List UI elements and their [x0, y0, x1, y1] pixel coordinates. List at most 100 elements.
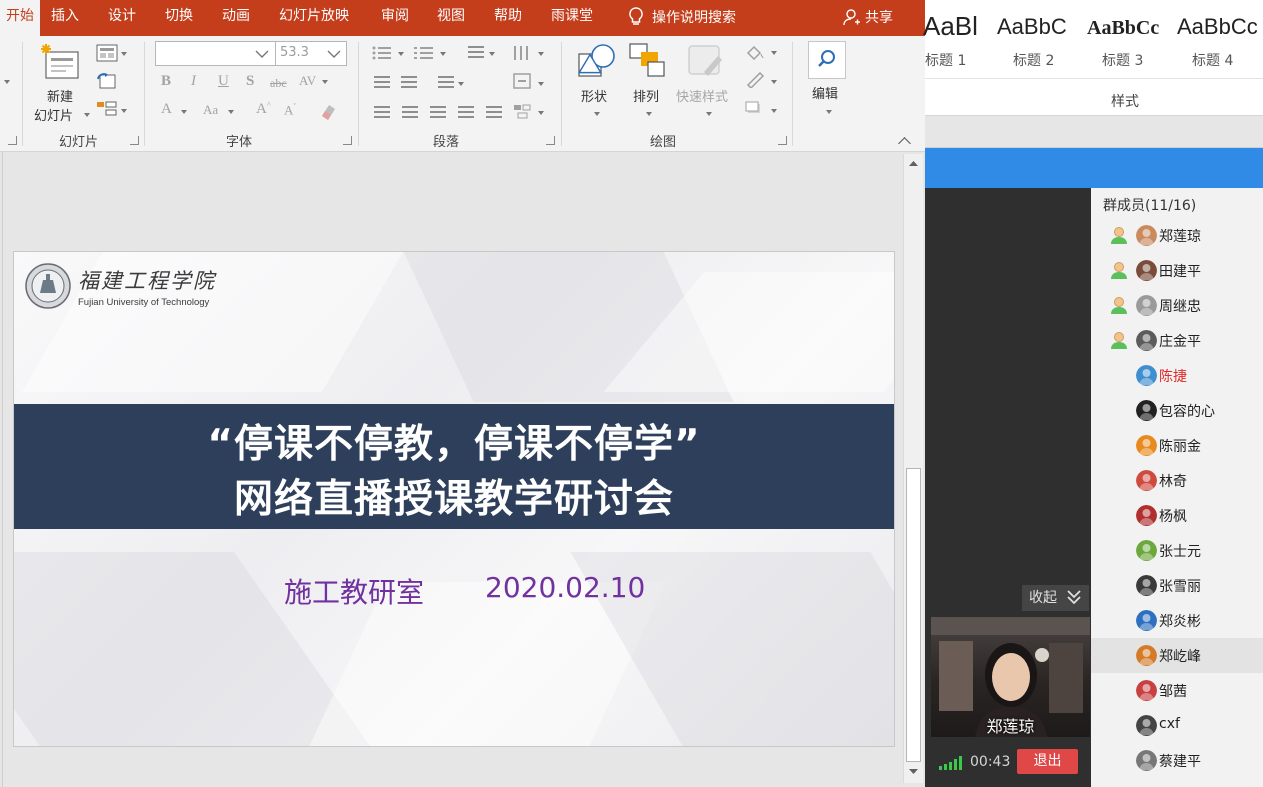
shape-fill-icon[interactable]	[745, 44, 765, 60]
numbering-icon[interactable]	[414, 46, 434, 60]
distributed-icon[interactable]	[486, 106, 502, 118]
smartart-caret[interactable]	[538, 111, 544, 115]
numbering-caret[interactable]	[440, 52, 446, 56]
tab-design[interactable]: 设计	[108, 0, 136, 34]
share-button[interactable]: 共享	[843, 7, 893, 27]
clipboard-dropdown-caret[interactable]	[4, 80, 10, 84]
member-item[interactable]: 陈捷	[1091, 358, 1263, 393]
shape-effects-icon[interactable]	[745, 100, 765, 116]
char-spacing-icon[interactable]: AV	[299, 73, 316, 89]
style-name-heading1[interactable]: 标题 1	[925, 50, 966, 70]
new-slide-label-2[interactable]: 幻灯片	[34, 105, 73, 124]
new-slide-caret[interactable]	[84, 113, 90, 117]
editing-button-frame[interactable]	[808, 41, 846, 79]
bullets-caret[interactable]	[398, 52, 404, 56]
collapse-button[interactable]: 收起	[1022, 585, 1089, 611]
tab-insert[interactable]: 插入	[51, 0, 79, 34]
member-item[interactable]: 郑莲琼	[1091, 218, 1263, 253]
new-slide-label-1[interactable]: 新建	[47, 86, 73, 105]
text-direction-caret[interactable]	[538, 52, 544, 56]
tab-rain-classroom[interactable]: 雨课堂	[551, 0, 593, 34]
text-direction-icon[interactable]	[512, 44, 532, 62]
member-item[interactable]: 蔡建平	[1091, 743, 1263, 778]
grow-font-icon[interactable]: A^	[256, 100, 271, 118]
italic-icon[interactable]: I	[191, 73, 196, 90]
scroll-up-icon[interactable]	[907, 157, 920, 170]
arrange-caret[interactable]	[646, 112, 652, 116]
bold-icon[interactable]: B	[161, 73, 171, 90]
text-shadow-icon[interactable]: S	[246, 73, 254, 90]
paragraph-launcher[interactable]	[546, 136, 555, 145]
shapes-label[interactable]: 形状	[581, 86, 607, 105]
slide-canvas[interactable]: 福建工程学院 Fujian University of Technology “…	[13, 251, 895, 747]
columns-caret[interactable]	[458, 82, 464, 86]
char-spacing-caret[interactable]	[322, 80, 328, 84]
bullets-icon[interactable]	[372, 46, 392, 60]
clear-formatting-icon[interactable]	[318, 102, 338, 120]
layout-icon[interactable]	[96, 44, 118, 62]
font-color-icon[interactable]: A	[161, 101, 172, 118]
align-center-icon[interactable]	[402, 106, 418, 118]
new-slide-icon[interactable]	[40, 42, 82, 84]
style-name-heading4[interactable]: 标题 4	[1192, 50, 1233, 70]
member-item[interactable]: 杨枫	[1091, 498, 1263, 533]
tab-home[interactable]: 开始	[0, 0, 40, 36]
smartart-icon[interactable]	[512, 102, 532, 120]
scroll-down-icon[interactable]	[907, 765, 920, 778]
style-sample-heading4[interactable]: AaBbCc	[1177, 14, 1258, 40]
shape-outline-icon[interactable]	[745, 72, 765, 88]
font-color-caret[interactable]	[181, 110, 187, 114]
slide-title-line2[interactable]: 网络直播授课教学研讨会	[14, 468, 894, 524]
member-item[interactable]: 郑炎彬	[1091, 603, 1263, 638]
member-item[interactable]: 周继忠	[1091, 288, 1263, 323]
slide-department[interactable]: 施工教研室	[284, 571, 424, 611]
editing-label[interactable]: 编辑	[812, 83, 838, 102]
decrease-indent-icon[interactable]	[374, 76, 390, 88]
section-icon[interactable]	[96, 100, 118, 118]
chevron-down-icon[interactable]	[326, 49, 342, 59]
quick-styles-icon[interactable]	[686, 42, 726, 82]
tab-help[interactable]: 帮助	[494, 0, 522, 34]
member-item[interactable]: 田建平	[1091, 253, 1263, 288]
line-spacing-caret[interactable]	[489, 52, 495, 56]
change-case-icon[interactable]: Aa	[203, 102, 218, 118]
tell-me-search[interactable]: 操作说明搜索	[628, 6, 736, 28]
member-item[interactable]: 林奇	[1091, 463, 1263, 498]
section-caret[interactable]	[121, 109, 127, 113]
shrink-font-icon[interactable]: Aˇ	[284, 102, 296, 118]
scrollbar-thumb[interactable]	[906, 468, 921, 762]
align-right-icon[interactable]	[430, 106, 446, 118]
columns-icon[interactable]	[438, 76, 454, 88]
teacher-video[interactable]: 郑莲琼	[931, 617, 1090, 737]
strikethrough-icon[interactable]: abc	[270, 76, 287, 91]
style-sample-heading2[interactable]: AaBbC	[997, 14, 1067, 40]
shape-outline-caret[interactable]	[771, 80, 777, 84]
member-item[interactable]: cxf	[1091, 708, 1263, 743]
align-text-caret[interactable]	[538, 82, 544, 86]
slide-date[interactable]: 2020.02.10	[485, 571, 645, 604]
style-name-heading3[interactable]: 标题 3	[1102, 50, 1143, 70]
slide-title-line1[interactable]: “停课不停教，停课不停学”	[14, 413, 894, 469]
shapes-icon[interactable]	[576, 42, 616, 82]
quick-styles-caret[interactable]	[706, 112, 712, 116]
tab-review[interactable]: 审阅	[381, 0, 409, 34]
editing-caret[interactable]	[826, 110, 832, 114]
slides-launcher[interactable]	[130, 136, 139, 145]
tab-animations[interactable]: 动画	[222, 0, 250, 34]
font-launcher[interactable]	[343, 136, 352, 145]
shape-fill-caret[interactable]	[771, 51, 777, 55]
member-item[interactable]: 张雪丽	[1091, 568, 1263, 603]
line-spacing-icon[interactable]	[468, 46, 484, 58]
member-item[interactable]: 包容的心	[1091, 393, 1263, 428]
underline-icon[interactable]: U	[218, 73, 229, 90]
quick-styles-label[interactable]: 快速样式	[676, 86, 728, 105]
tab-view[interactable]: 视图	[437, 0, 465, 34]
align-left-icon[interactable]	[374, 106, 390, 118]
arrange-icon[interactable]	[628, 42, 668, 82]
member-item[interactable]: 张士元	[1091, 533, 1263, 568]
shapes-caret[interactable]	[594, 112, 600, 116]
exit-button[interactable]: 退出	[1017, 749, 1078, 774]
member-item[interactable]: 郑屹峰	[1091, 638, 1263, 673]
justify-icon[interactable]	[458, 106, 474, 118]
align-text-icon[interactable]	[512, 72, 532, 90]
